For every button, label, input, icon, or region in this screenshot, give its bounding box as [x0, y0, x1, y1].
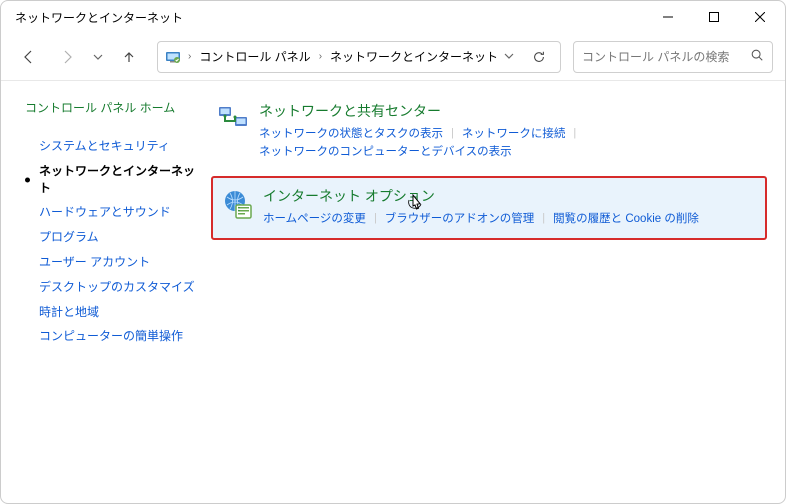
- close-button[interactable]: [737, 1, 783, 33]
- sidebar-item-user-accounts[interactable]: ユーザー アカウント: [25, 250, 201, 275]
- address-dropdown[interactable]: [500, 50, 518, 64]
- category-network-sharing: ネットワークと共有センター ネットワークの状態とタスクの表示 | ネットワークに…: [211, 95, 767, 170]
- breadcrumb: › コントロール パネル › ネットワークとインターネット: [188, 48, 494, 65]
- back-button[interactable]: [13, 41, 45, 73]
- sidebar-item-ease-of-access[interactable]: コンピューターの簡単操作: [25, 324, 201, 349]
- recent-locations-dropdown[interactable]: [89, 52, 107, 62]
- sidebar-item-clock-region[interactable]: 時計と地域: [25, 300, 201, 325]
- maximize-button[interactable]: [691, 1, 737, 33]
- refresh-button[interactable]: [524, 50, 554, 64]
- category-title[interactable]: ネットワークと共有センター: [259, 101, 441, 121]
- forward-button[interactable]: [51, 41, 83, 73]
- link-view-computers-devices[interactable]: ネットワークのコンピューターとデバイスの表示: [259, 143, 512, 161]
- sidebar-item-desktop-customize[interactable]: デスクトップのカスタマイズ: [25, 275, 201, 300]
- chevron-right-icon[interactable]: ›: [319, 51, 322, 62]
- breadcrumb-segment[interactable]: コントロール パネル: [199, 48, 310, 65]
- search-input[interactable]: [582, 50, 744, 64]
- search-box[interactable]: [573, 41, 773, 73]
- address-bar[interactable]: › コントロール パネル › ネットワークとインターネット: [157, 41, 561, 73]
- minimize-button[interactable]: [645, 1, 691, 33]
- internet-options-icon: [221, 188, 255, 222]
- title-bar: ネットワークとインターネット: [1, 1, 785, 33]
- toolbar: › コントロール パネル › ネットワークとインターネット: [1, 33, 785, 81]
- main-content: ネットワークと共有センター ネットワークの状態とタスクの表示 | ネットワークに…: [211, 81, 785, 503]
- sidebar: コントロール パネル ホーム システムとセキュリティ ネットワークとインターネッ…: [1, 81, 211, 503]
- window-title: ネットワークとインターネット: [15, 9, 645, 26]
- link-manage-addons[interactable]: ブラウザーのアドオンの管理: [385, 210, 535, 228]
- sidebar-item-network-internet[interactable]: ネットワークとインターネット: [25, 159, 201, 201]
- link-change-homepage[interactable]: ホームページの変更: [263, 210, 366, 228]
- sidebar-item-system-security[interactable]: システムとセキュリティ: [25, 134, 201, 159]
- sidebar-item-programs[interactable]: プログラム: [25, 225, 201, 250]
- link-connect-network[interactable]: ネットワークに接続: [462, 125, 566, 143]
- category-internet-options[interactable]: インターネット オプション ホームページの変更 | ブラウザーのアドオンの管理 …: [211, 176, 767, 240]
- control-panel-home-link[interactable]: コントロール パネル ホーム: [25, 99, 201, 116]
- link-network-status[interactable]: ネットワークの状態とタスクの表示: [259, 125, 443, 143]
- category-title[interactable]: インターネット オプション: [263, 186, 435, 206]
- chevron-right-icon[interactable]: ›: [188, 51, 191, 62]
- search-icon[interactable]: [750, 48, 764, 65]
- up-button[interactable]: [113, 41, 145, 73]
- network-sharing-icon: [217, 103, 251, 137]
- breadcrumb-segment[interactable]: ネットワークとインターネット: [330, 48, 498, 65]
- control-panel-icon: [164, 48, 182, 66]
- sidebar-item-hardware-sound[interactable]: ハードウェアとサウンド: [25, 200, 201, 225]
- link-delete-history-cookies[interactable]: 閲覧の履歴と Cookie の削除: [553, 210, 699, 228]
